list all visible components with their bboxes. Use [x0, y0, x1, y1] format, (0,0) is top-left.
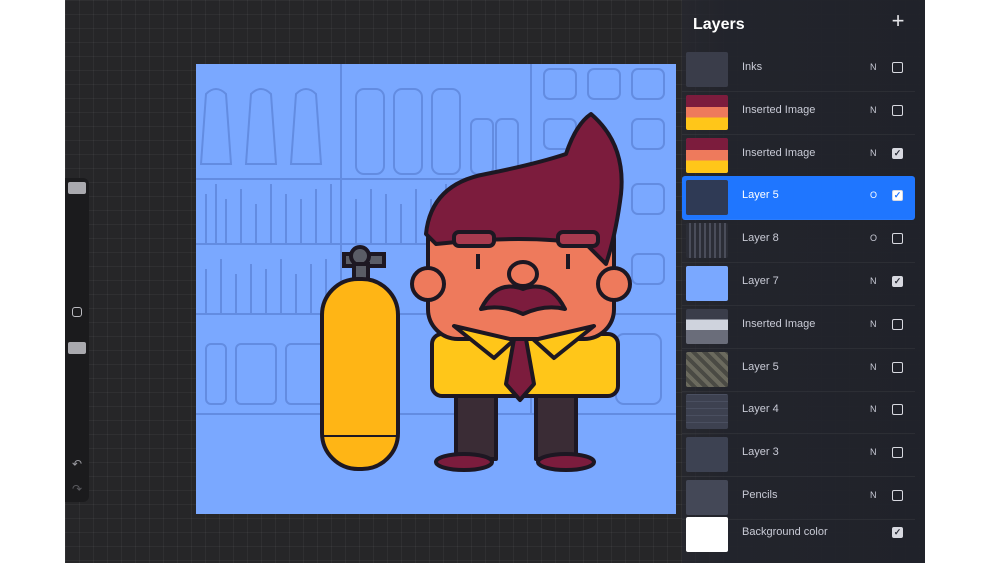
layer-name: Inserted Image — [742, 317, 816, 330]
blend-mode-button[interactable]: N — [870, 362, 877, 372]
scuba-tank-drawing — [320, 245, 400, 471]
visibility-checkbox[interactable]: ✓ — [892, 190, 903, 202]
layer-thumbnail — [686, 437, 728, 473]
layer-thumbnail — [686, 94, 728, 130]
layer-name: Inserted Image — [742, 103, 816, 116]
visibility-checkbox[interactable] — [892, 404, 903, 416]
redo-icon[interactable]: ↷ — [68, 482, 86, 496]
layer-name: Layer 5 — [742, 189, 779, 202]
panel-title: Layers — [693, 16, 745, 33]
visibility-checkbox[interactable]: ✓ — [892, 147, 903, 159]
layer-name: Layer 8 — [742, 232, 779, 245]
layer-name: Layer 7 — [742, 275, 779, 287]
layer-thumbnail — [686, 308, 728, 344]
layer-name: Pencils — [742, 489, 778, 501]
canvas-artwork — [196, 64, 676, 472]
visibility-checkbox[interactable] — [892, 104, 903, 116]
blend-mode-button[interactable]: O — [870, 233, 877, 243]
layer-name: Inserted Image — [742, 146, 816, 159]
square-modify-icon[interactable] — [72, 307, 82, 317]
layer-row[interactable]: Inserted Image N — [682, 91, 915, 135]
blend-mode-button[interactable]: N — [870, 404, 877, 414]
layer-thumbnail — [686, 351, 728, 387]
layer-row[interactable]: Layer 5 N — [682, 348, 915, 392]
layer-row[interactable]: Layer 4 N — [682, 390, 915, 435]
layer-row[interactable]: Layer 3 N — [682, 433, 915, 478]
layer-thumbnail — [686, 480, 728, 515]
blend-mode-button[interactable]: N — [870, 447, 877, 457]
blend-mode-button[interactable]: N — [870, 148, 877, 158]
layer-name: Inks — [742, 61, 763, 73]
visibility-checkbox[interactable]: ✓ — [892, 276, 903, 287]
drawing-canvas[interactable] — [196, 64, 676, 514]
layer-thumbnail — [686, 394, 728, 430]
visibility-checkbox[interactable] — [892, 361, 903, 373]
blend-mode-button[interactable]: N — [870, 105, 877, 115]
blend-mode-button[interactable]: N — [870, 319, 877, 329]
visibility-checkbox[interactable] — [892, 233, 903, 245]
layer-thumbnail — [686, 266, 728, 301]
layer-row[interactable]: Inserted Image N — [682, 305, 915, 349]
layer-thumbnail — [686, 517, 728, 552]
blend-mode-button[interactable]: N — [870, 276, 877, 286]
left-toolbar: ↶ ↷ — [65, 178, 89, 502]
background-color-layer[interactable]: Background color ✓ — [682, 513, 915, 556]
visibility-checkbox[interactable]: ✓ — [892, 527, 903, 538]
layer-name: Layer 3 — [742, 446, 779, 459]
procreate-workspace: ↶ ↷ Layers + Inks N Inserted Image N Ins… — [65, 0, 925, 563]
layer-row[interactable]: Layer 5 O ✓ — [682, 176, 915, 221]
blend-mode-button[interactable]: N — [870, 62, 877, 72]
layer-thumbnail — [686, 223, 728, 259]
layer-thumbnail — [686, 52, 728, 87]
layer-name: Background color — [742, 526, 828, 538]
blend-mode-button[interactable]: N — [870, 490, 877, 500]
character-drawing — [410, 112, 632, 472]
blend-mode-button[interactable]: O — [870, 190, 877, 200]
layer-row[interactable]: Inserted Image N ✓ — [682, 134, 915, 178]
visibility-checkbox[interactable] — [892, 490, 903, 501]
layer-row[interactable]: Inks N — [682, 48, 915, 92]
layer-name: Layer 5 — [742, 360, 779, 373]
layer-name: Layer 4 — [742, 403, 779, 416]
layers-panel: Layers + Inks N Inserted Image N Inserted Im… — [682, 0, 925, 563]
undo-icon[interactable]: ↶ — [68, 457, 86, 471]
layer-thumbnail — [686, 180, 728, 216]
layer-row[interactable]: Layer 8 O — [682, 219, 915, 264]
visibility-checkbox[interactable] — [892, 318, 903, 330]
opacity-slider[interactable] — [68, 342, 86, 354]
layer-thumbnail — [686, 137, 728, 173]
plus-icon[interactable]: + — [886, 10, 910, 34]
layer-row[interactable]: Layer 7 N ✓ — [682, 262, 915, 306]
brush-size-slider[interactable] — [68, 182, 86, 194]
visibility-checkbox[interactable] — [892, 62, 903, 73]
visibility-checkbox[interactable] — [892, 447, 903, 459]
